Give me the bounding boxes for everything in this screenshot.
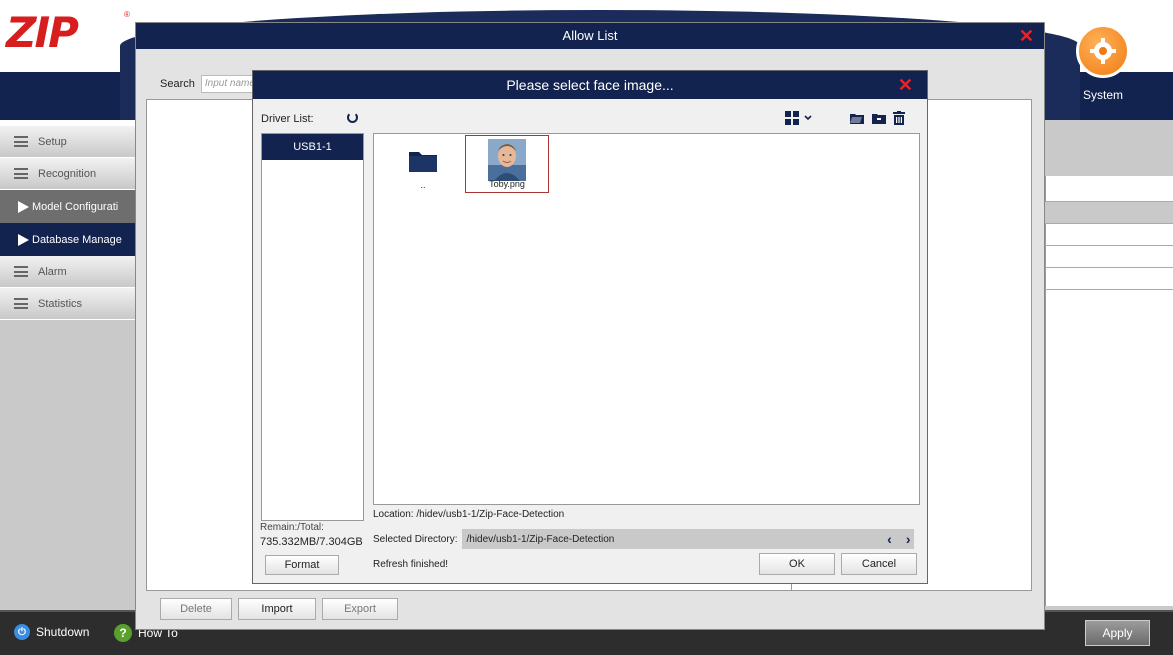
shutdown-label: Shutdown xyxy=(36,625,90,639)
table-row xyxy=(1045,268,1173,290)
power-icon: ⏻ xyxy=(14,624,30,640)
view-mode-dropdown[interactable] xyxy=(785,111,813,125)
allow-list-title: Allow List xyxy=(562,28,618,43)
sidebar-item-recognition[interactable]: Recognition xyxy=(0,158,146,190)
chevron-down-icon xyxy=(804,115,812,121)
new-folder-icon[interactable] xyxy=(871,111,887,125)
play-arrow-icon xyxy=(18,233,29,246)
selected-directory-label: Selected Directory: xyxy=(373,533,458,545)
face-image-dialog: Please select face image... ✕ Driver Lis… xyxy=(252,70,928,584)
search-label: Search xyxy=(160,78,195,90)
system-button[interactable]: System xyxy=(1070,24,1136,114)
help-icon: ? xyxy=(114,624,132,642)
delete-button[interactable]: Delete xyxy=(160,598,232,620)
menu-icon xyxy=(14,136,28,147)
import-button[interactable]: Import xyxy=(238,598,316,620)
grid-view-icon xyxy=(785,111,799,125)
selected-directory-value: /hidev/usb1-1/Zip-Face-Detection xyxy=(466,533,615,545)
face-dialog-title: Please select face image... xyxy=(506,77,674,93)
chevron-right-icon[interactable]: › xyxy=(906,531,911,547)
selected-directory: Selected Directory: /hidev/usb1-1/Zip-Fa… xyxy=(373,529,915,549)
menu-icon xyxy=(14,266,28,277)
right-panel xyxy=(1045,120,1173,610)
trash-icon[interactable] xyxy=(893,111,905,125)
table-row xyxy=(1045,246,1173,268)
logo-registered-mark: ® xyxy=(124,10,130,19)
remain-value: 735.332MB/7.304GB xyxy=(260,536,363,548)
allow-list-titlebar: Allow List ✕ xyxy=(136,23,1044,49)
status-text: Refresh finished! xyxy=(373,559,449,570)
export-button[interactable]: Export xyxy=(322,598,398,620)
ok-button[interactable]: OK xyxy=(759,553,835,575)
location-path: Location: /hidev/usb1-1/Zip-Face-Detecti… xyxy=(373,509,565,520)
file-item-parent-folder[interactable]: .. xyxy=(381,135,465,193)
file-name: .. xyxy=(420,180,426,190)
face-thumbnail xyxy=(488,139,526,181)
cancel-button[interactable]: Cancel xyxy=(841,553,917,575)
driver-list-label: Driver List: xyxy=(261,113,314,125)
sidebar-item-setup[interactable]: Setup xyxy=(0,126,146,158)
file-name: Toby.png xyxy=(489,179,525,189)
menu-icon xyxy=(14,168,28,179)
menu-icon xyxy=(14,298,28,309)
chevron-left-icon[interactable]: ‹ xyxy=(887,531,892,547)
storage-info: Remain:/Total: 735.332MB/7.304GB xyxy=(260,521,363,549)
system-label: System xyxy=(1082,88,1123,102)
format-button[interactable]: Format xyxy=(265,555,339,575)
allow-list-buttons: Delete Import Export xyxy=(160,598,398,620)
zip-logo: ZIP ® xyxy=(6,8,136,57)
file-browser: .. Toby.png xyxy=(373,133,920,505)
sidebar-item-label: Setup xyxy=(38,135,67,148)
gear-icon xyxy=(1076,24,1130,78)
sidebar-item-label: Recognition xyxy=(38,167,97,180)
sidebar: Setup Recognition Model Configurati Data… xyxy=(0,120,146,610)
sidebar-item-statistics[interactable]: Statistics xyxy=(0,288,146,320)
remain-label: Remain:/Total: xyxy=(260,522,324,533)
sidebar-item-label: Model Configurati xyxy=(32,200,119,213)
close-icon[interactable]: ✕ xyxy=(1019,23,1034,49)
sidebar-item-database-management[interactable]: Database Manage xyxy=(0,223,146,256)
sidebar-item-label: Statistics xyxy=(38,297,83,310)
refresh-icon[interactable] xyxy=(347,112,358,123)
logo-text: ZIP xyxy=(6,8,79,57)
table-row xyxy=(1045,180,1173,202)
face-dialog-titlebar: Please select face image... ✕ xyxy=(253,71,927,99)
file-item-toby-png[interactable]: Toby.png xyxy=(465,135,549,193)
sidebar-item-label: Alarm xyxy=(38,265,67,278)
file-actions xyxy=(849,111,905,125)
play-arrow-icon xyxy=(18,200,29,213)
folder-icon xyxy=(409,152,437,172)
sidebar-item-model-configuration[interactable]: Model Configurati xyxy=(0,190,146,223)
sidebar-item-label: Database Manage xyxy=(32,233,122,246)
open-folder-icon[interactable] xyxy=(849,111,865,125)
table-row xyxy=(1045,224,1173,246)
shutdown-button[interactable]: ⏻ Shutdown xyxy=(14,624,89,640)
table-row xyxy=(1045,202,1173,224)
apply-button[interactable]: Apply xyxy=(1085,620,1150,646)
driver-item-usb1-1[interactable]: USB1-1 xyxy=(262,134,363,160)
sidebar-item-alarm[interactable]: Alarm xyxy=(0,256,146,288)
close-icon[interactable]: ✕ xyxy=(898,71,913,99)
driver-list: USB1-1 xyxy=(261,133,364,521)
selected-directory-field: /hidev/usb1-1/Zip-Face-Detection ‹ › xyxy=(462,529,915,549)
